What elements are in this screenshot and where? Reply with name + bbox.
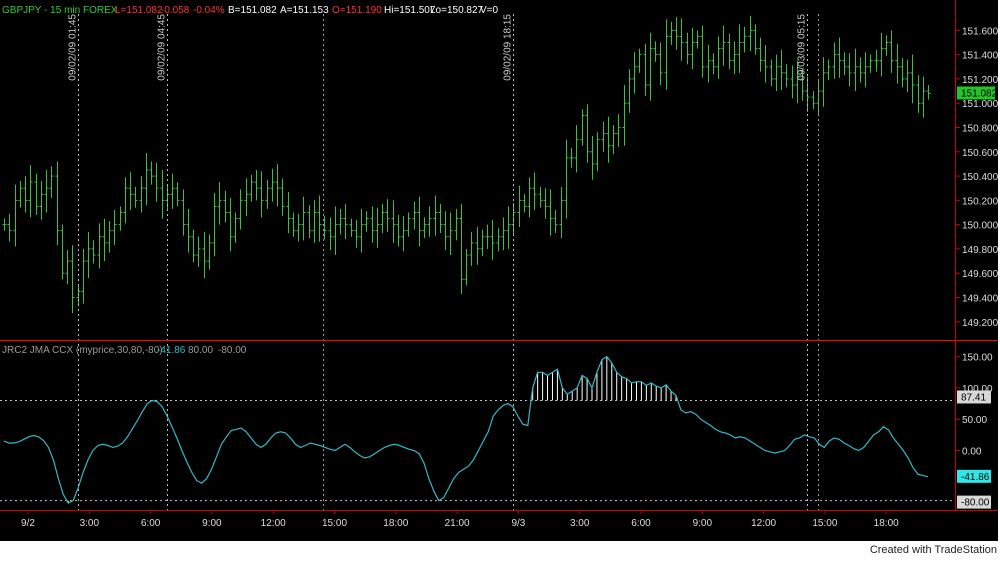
price-tick-label: 150.200 <box>962 196 999 207</box>
marker-label: 09/02/09 18:15 <box>503 14 514 81</box>
indicator-tick-label: 150.00 <box>962 353 993 364</box>
footer-credit: Created with TradeStation <box>870 544 997 556</box>
indicator-header: JRC2 JMA CCX (myprice,30,80,-80) -41.86 … <box>2 345 247 356</box>
indicator-upper-level: 80.00 <box>188 345 213 356</box>
last-price-tag-label: 151.082 <box>961 89 998 100</box>
time-tick-label: 3:00 <box>570 518 590 529</box>
time-tick-label: 15:00 <box>322 518 347 529</box>
ask-text: A=151.153 <box>280 5 329 16</box>
time-tick-label: 9/3 <box>511 518 525 529</box>
change-text: -0.058 <box>161 5 190 16</box>
high-text: Hi=151.507 <box>384 5 436 16</box>
time-tick-label: 18:00 <box>874 518 899 529</box>
time-tick-label: 6:00 <box>141 518 161 529</box>
price-tick-label: 151.600 <box>962 26 999 37</box>
lower-value-tag-label: -80.00 <box>961 498 990 509</box>
time-tick-label: 9/2 <box>21 518 35 529</box>
indicator-tick-label: 0.00 <box>962 447 982 458</box>
bid-text: B=151.082 <box>228 5 277 16</box>
price-header: GBPJPY - 15 min FOREX L=151.082 -0.058 -… <box>2 5 499 16</box>
price-tick-label: 150.800 <box>962 124 999 135</box>
time-tick-label: 15:00 <box>812 518 837 529</box>
price-tick-label: 151.000 <box>962 99 999 110</box>
price-tick-label: 149.800 <box>962 245 999 256</box>
time-tick-label: 12:00 <box>751 518 776 529</box>
marker-label: 09/02/09 04:45 <box>157 14 168 81</box>
chart-canvas: 09/02/09 01:45 09/02/09 04:45 09/02/09 18:… <box>0 0 1000 556</box>
indicator-tick-label: 50.00 <box>962 415 987 426</box>
price-tick-label: 150.600 <box>962 148 999 159</box>
indicator-lower-level: -80.00 <box>218 345 247 356</box>
time-tick-label: 3:00 <box>80 518 100 529</box>
time-tick-label: 9:00 <box>202 518 222 529</box>
price-tick-label: 151.400 <box>962 51 999 62</box>
price-tick-label: 149.400 <box>962 294 999 305</box>
indicator-value-tag-label: -41.86 <box>961 472 990 483</box>
tradestation-chart: 09/02/09 01:45 09/02/09 04:45 09/02/09 18:… <box>0 0 1000 556</box>
price-tick-label: 149.600 <box>962 269 999 280</box>
price-tick-label: 149.200 <box>962 318 999 329</box>
time-tick-label: 18:00 <box>383 518 408 529</box>
upper-value-tag-label: 87.41 <box>961 392 986 403</box>
price-tick-label: 150.400 <box>962 172 999 183</box>
marker-label: 09/03/09 05:15 <box>797 14 808 81</box>
volume-text: V=0 <box>480 5 499 16</box>
pct-change-text: -0.04% <box>193 5 225 16</box>
time-tick-label: 9:00 <box>693 518 713 529</box>
low-text: Lo=150.827 <box>430 5 484 16</box>
marker-label: 09/02/09 01:45 <box>68 14 79 81</box>
indicator-value: -41.86 <box>157 345 186 356</box>
price-tick-label: 151.200 <box>962 75 999 86</box>
time-tick-label: 12:00 <box>261 518 286 529</box>
chart-background <box>0 0 998 541</box>
indicator-name: JRC2 JMA CCX (myprice,30,80,-80) <box>2 345 163 356</box>
last-price-text: L=151.082 <box>115 5 163 16</box>
price-tick-label: 150.000 <box>962 221 999 232</box>
time-tick-label: 21:00 <box>445 518 470 529</box>
time-tick-label: 6:00 <box>631 518 651 529</box>
symbol-info: GBPJPY - 15 min FOREX <box>2 5 118 16</box>
open-text: O=151.190 <box>332 5 382 16</box>
